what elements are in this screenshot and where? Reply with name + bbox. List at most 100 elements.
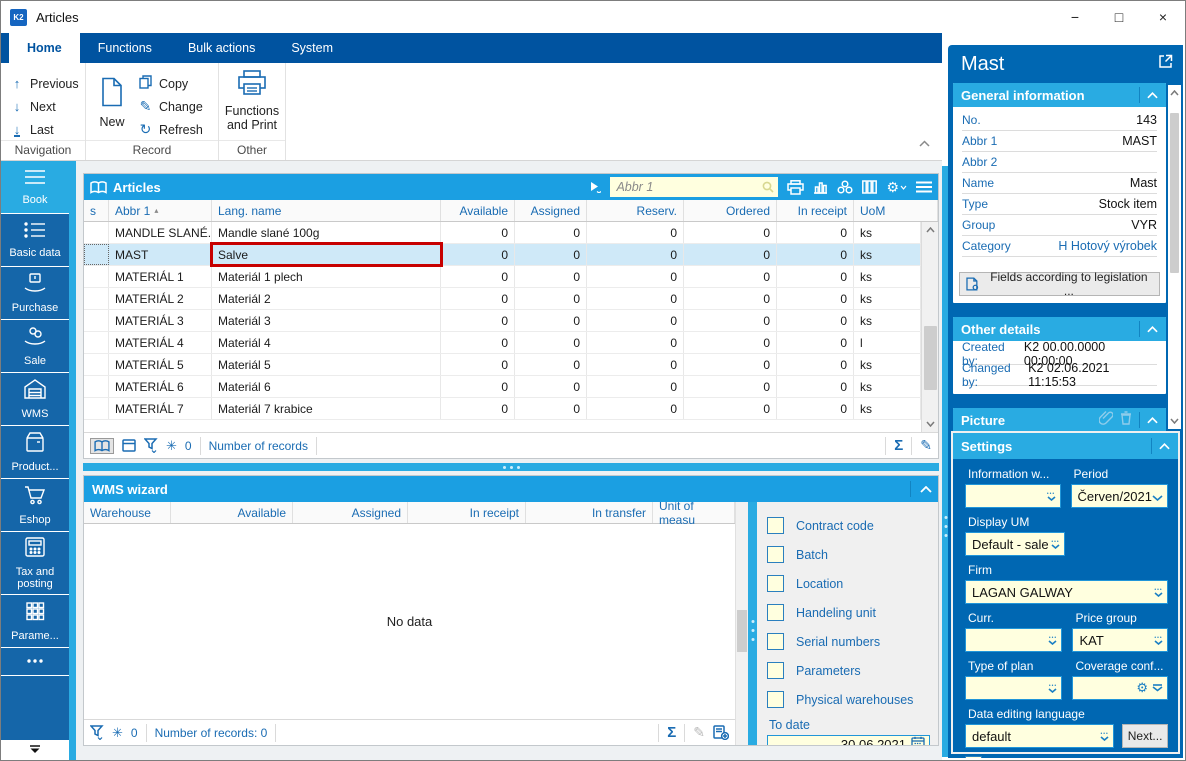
sidebar-item-eshop[interactable]: Eshop (1, 479, 69, 532)
wms-column-header-assigned[interactable]: Assigned (293, 502, 408, 523)
new-button[interactable]: New (86, 69, 138, 141)
relations-icon[interactable] (837, 180, 853, 194)
dropdown-icon[interactable]: ••• (1154, 635, 1163, 645)
dropdown-icon[interactable]: ••• (1048, 635, 1057, 645)
ribbon-item-next[interactable]: ↓ Next (1, 95, 85, 118)
picture-collapse-icon[interactable] (1147, 411, 1158, 429)
print-icon[interactable] (787, 179, 805, 195)
curr-select[interactable]: ••• (965, 628, 1063, 652)
wms-column-header-available[interactable]: Available (171, 502, 293, 523)
table-row[interactable]: MATERIÁL 4 Materiál 400000l (84, 332, 921, 354)
grid-vertical-scrollbar[interactable] (921, 222, 938, 432)
gear-icon[interactable]: ⚙ (1136, 680, 1148, 696)
ribbon-item-refresh[interactable]: ↻ Refresh (138, 118, 203, 141)
period-select[interactable]: Červen/2021 (1070, 484, 1168, 508)
table-row[interactable]: MATERIÁL 3 Materiál 3 0 0 0 0 0 ks (84, 310, 921, 332)
popout-icon[interactable] (1158, 54, 1173, 74)
wms-vertical-scrollbar[interactable] (736, 502, 748, 745)
fields-legislation-button[interactable]: Fields according to legislation ... (959, 270, 1160, 298)
checkbox-parameters[interactable] (767, 662, 784, 679)
column-header-assigned[interactable]: Assigned (515, 200, 587, 221)
wms-sum-icon[interactable]: Σ (667, 724, 676, 741)
ribbon-collapse-icon[interactable] (919, 134, 930, 152)
table-row[interactable]: MATERIÁL 2 Materiál 2 0 0 0 0 0 ks (84, 288, 921, 310)
tab-home[interactable]: Home (9, 33, 80, 63)
tab-system[interactable]: System (273, 33, 351, 63)
checkbox-contract-code[interactable] (767, 517, 784, 534)
tab-bulk-actions[interactable]: Bulk actions (170, 33, 273, 63)
wms-column-header-warehouse[interactable]: Warehouse (84, 502, 171, 523)
columns-icon[interactable] (862, 180, 878, 194)
sum-icon[interactable]: Σ (894, 437, 903, 454)
column-header-available[interactable]: Available (441, 200, 515, 221)
table-row[interactable]: MATERIÁL 5 Materiál 5 0 0 0 0 0 ks (84, 354, 921, 376)
table-row[interactable]: MATERIÁL 6 Materiál 6 0 0 0 0 0 ks (84, 376, 921, 398)
wms-vertical-splitter[interactable] (748, 502, 757, 745)
minimize-button[interactable]: − (1053, 1, 1097, 33)
menu-icon[interactable] (916, 181, 932, 193)
table-row[interactable]: MAST Salve 0 0 0 0 0 ks (84, 242, 921, 267)
sidebar-item-parame[interactable]: Parame... (1, 595, 69, 648)
checkbox-serial-numbers[interactable] (767, 633, 784, 650)
ribbon-item-change[interactable]: ✎ Change (138, 95, 203, 118)
column-header-s[interactable]: s (84, 200, 109, 221)
card-view-button[interactable] (122, 439, 136, 452)
dropdown-icon[interactable]: ••• (1051, 539, 1060, 549)
ribbon-item-copy[interactable]: Copy (138, 72, 203, 95)
type-of-plan-select[interactable]: ••• (965, 676, 1063, 700)
checkbox-location[interactable] (767, 575, 784, 592)
attach-icon[interactable] (1098, 410, 1114, 430)
column-header-uom[interactable]: UoM (854, 200, 938, 221)
column-header-reserv[interactable]: Reserv. (587, 200, 684, 221)
settings-collapse-icon[interactable] (1159, 437, 1170, 455)
availability-checkbox[interactable] (965, 756, 982, 758)
calendar-icon[interactable] (911, 736, 925, 745)
scroll-up-icon[interactable] (922, 222, 938, 238)
firm-select[interactable]: LAGAN GALWAY ••• (965, 580, 1168, 604)
sidebar-item-tax-and-posting[interactable]: Tax and posting (1, 532, 69, 595)
wms-column-header-in-receipt[interactable]: In receipt (408, 502, 526, 523)
to-date-field[interactable]: 30.06.2021 (767, 735, 930, 745)
wms-collapse-icon[interactable] (920, 480, 932, 498)
dropdown-icon[interactable]: ••• (1048, 683, 1057, 693)
sidebar-item-purchase[interactable]: Purchase (1, 267, 69, 320)
column-header-ordered[interactable]: Ordered (684, 200, 777, 221)
settings-gear-icon[interactable]: ⚙ (886, 179, 907, 196)
book-view-button[interactable] (90, 437, 114, 454)
coverage-select[interactable]: ⚙ (1072, 676, 1168, 700)
sidebar-expand-button[interactable] (1, 740, 69, 760)
detail-scroll-down-icon[interactable] (1168, 413, 1181, 429)
wms-filter-button[interactable] (90, 725, 104, 740)
display-um-select[interactable]: Default - sale ••• (965, 532, 1065, 556)
filter-star-icon[interactable]: ✳ (166, 438, 177, 454)
close-button[interactable]: × (1141, 1, 1185, 33)
column-header-abbr-1[interactable]: Abbr 1 ▴ (109, 200, 212, 221)
wms-column-header-unit-of-measu[interactable]: Unit of measu (653, 502, 735, 527)
horizontal-splitter[interactable] (83, 463, 939, 471)
ribbon-item-previous[interactable]: ↑ Previous (1, 72, 85, 95)
ribbon-item-last[interactable]: ↓ Last (1, 118, 85, 141)
language-select[interactable]: default ••• (965, 724, 1115, 748)
wms-column-header-in-transfer[interactable]: In transfer (526, 502, 653, 523)
next-button[interactable]: Next... (1122, 724, 1168, 748)
sidebar-item-product[interactable]: Product... (1, 426, 69, 479)
chevron-down-icon[interactable] (1152, 489, 1163, 504)
filter-button[interactable] (144, 438, 158, 453)
detail-scrollbar[interactable] (1168, 85, 1181, 429)
general-collapse-icon[interactable] (1147, 86, 1158, 104)
column-header-in-receipt[interactable]: In receipt (777, 200, 854, 221)
checkbox-handeling-unit[interactable] (767, 604, 784, 621)
table-row[interactable]: MATERIÁL 7 Materiál 7 krabice 0 0 0 0 0 ks (84, 398, 921, 420)
checkbox-physical-warehouses[interactable] (767, 691, 784, 708)
information-select[interactable]: ••• (965, 484, 1061, 508)
dropdown-icon[interactable]: ••• (1047, 491, 1056, 501)
wms-filter-star-icon[interactable]: ✳ (112, 725, 123, 741)
table-row[interactable]: MANDLE SLANÉ... Mandle slané 100g 0 0 0 0 0 ks (84, 222, 921, 244)
wms-new-record-icon[interactable] (713, 725, 729, 740)
scroll-down-icon[interactable] (922, 416, 938, 432)
sidebar-item-basic-data[interactable]: Basic data (1, 214, 69, 267)
column-header-lang-name[interactable]: Lang. name (212, 200, 441, 221)
checkbox-batch[interactable] (767, 546, 784, 563)
sidebar-item-wms[interactable]: WMS (1, 373, 69, 426)
maximize-button[interactable]: □ (1097, 1, 1141, 33)
